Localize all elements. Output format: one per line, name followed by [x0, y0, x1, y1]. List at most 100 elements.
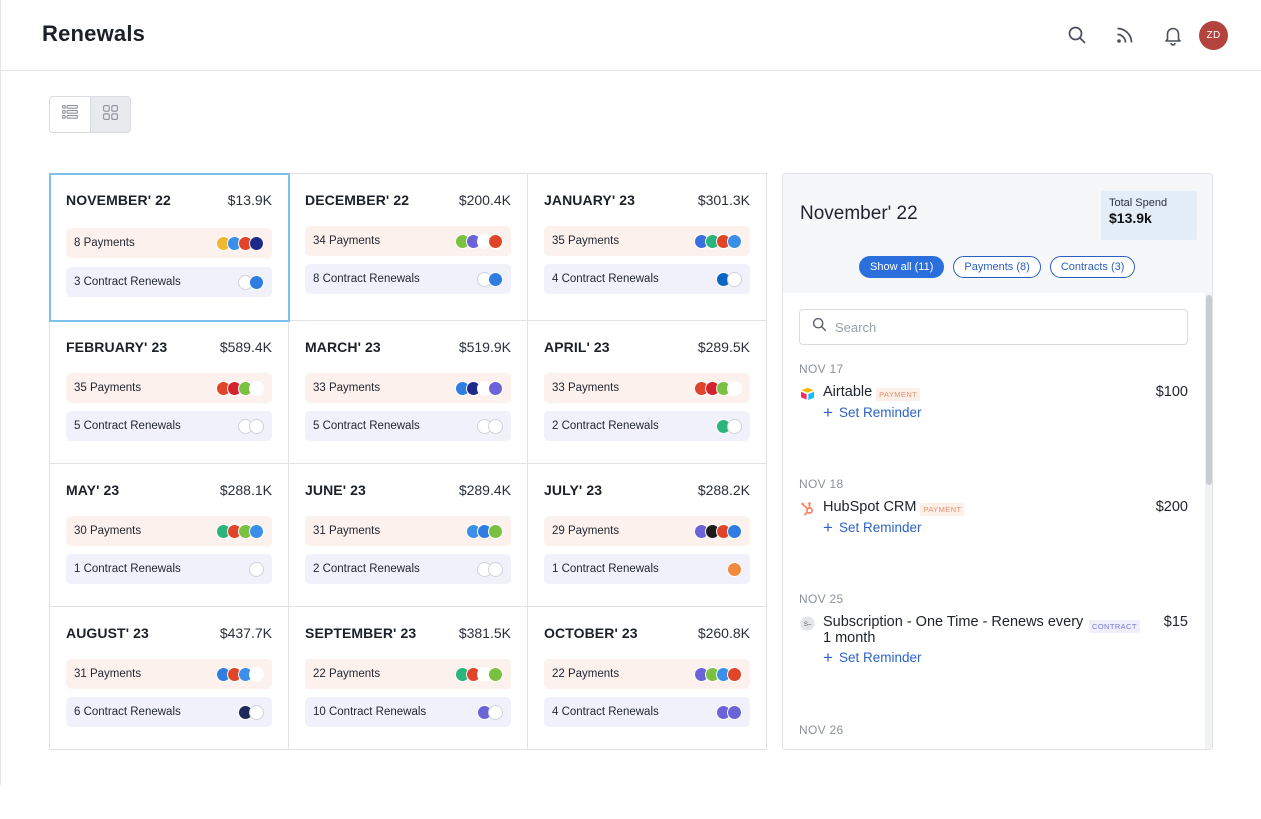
- contract-renewals-pill[interactable]: 6 Contract Renewals: [66, 697, 272, 727]
- vendor-logo-icon: [488, 419, 503, 434]
- entry-date: NOV 18: [799, 477, 844, 491]
- set-reminder-button[interactable]: + Set Reminder: [823, 404, 921, 421]
- contract-renewals-count: 6 Contract Renewals: [74, 706, 181, 718]
- vendor-logo-icon: [249, 562, 264, 577]
- contract-renewals-pill[interactable]: 3 Contract Renewals: [66, 267, 272, 297]
- vendor-logos: [216, 667, 264, 682]
- entry-name[interactable]: Airtable: [823, 384, 872, 400]
- month-card[interactable]: MARCH' 23 $519.9K 33 Payments 5 Contract Re…: [289, 321, 528, 464]
- vendor-logo-icon: [249, 667, 264, 682]
- payments-pill[interactable]: 22 Payments: [544, 659, 750, 689]
- payments-pill[interactable]: 31 Payments: [66, 659, 272, 689]
- vendor-logo-icon: [727, 705, 742, 720]
- month-card[interactable]: NOVEMBER' 22 $13.9K 8 Payments 3 Contract R…: [49, 173, 290, 322]
- month-amount: $301.3K: [697, 192, 750, 208]
- vendor-logo-icon: [727, 562, 742, 577]
- vendor-logos: [455, 667, 503, 682]
- vendor-logos: [238, 275, 264, 290]
- panel-scrollbar[interactable]: [1205, 293, 1212, 749]
- bell-icon[interactable]: [1162, 24, 1184, 46]
- payments-pill[interactable]: 29 Payments: [544, 516, 750, 546]
- payments-count: 34 Payments: [313, 235, 381, 247]
- payments-pill[interactable]: 30 Payments: [66, 516, 272, 546]
- vendor-logos: [716, 705, 742, 720]
- vendor-logos: [238, 705, 264, 720]
- plus-icon: +: [823, 518, 833, 537]
- vendor-logo-icon: [488, 272, 503, 287]
- payments-pill[interactable]: 31 Payments: [305, 516, 511, 546]
- payments-count: 22 Payments: [313, 668, 381, 680]
- month-card[interactable]: MAY' 23 $288.1K 30 Payments 1 Contract Rene…: [50, 464, 289, 607]
- page-title: Renewals: [42, 21, 146, 46]
- search-box: [799, 309, 1188, 345]
- month-card[interactable]: AUGUST' 23 $437.7K 31 Payments 6 Contract R…: [50, 607, 289, 749]
- svg-text:S–: S–: [803, 622, 811, 628]
- contract-renewals-count: 10 Contract Renewals: [313, 706, 427, 718]
- payments-count: 35 Payments: [74, 382, 142, 394]
- contract-renewals-pill[interactable]: 10 Contract Renewals: [305, 697, 511, 727]
- contract-renewals-pill[interactable]: 4 Contract Renewals: [544, 264, 750, 294]
- payments-pill[interactable]: 34 Payments: [305, 226, 511, 256]
- month-card[interactable]: JUNE' 23 $289.4K 31 Payments 2 Contract Ren…: [289, 464, 528, 607]
- payments-pill[interactable]: 35 Payments: [544, 226, 750, 256]
- contract-renewals-count: 1 Contract Renewals: [74, 563, 181, 575]
- scrollbar-thumb[interactable]: [1206, 295, 1212, 485]
- payments-pill[interactable]: 22 Payments: [305, 659, 511, 689]
- payments-pill[interactable]: 35 Payments: [66, 373, 272, 403]
- contract-renewals-pill[interactable]: 2 Contract Renewals: [305, 554, 511, 584]
- month-card[interactable]: DECEMBER' 22 $200.4K 34 Payments 8 Contract…: [289, 174, 528, 321]
- month-card[interactable]: APRIL' 23 $289.5K 33 Payments 2 Contract Re…: [528, 321, 766, 464]
- vendor-logo-icon: [488, 524, 503, 539]
- list-view-button[interactable]: [50, 97, 90, 132]
- month-label: OCTOBER' 23: [544, 625, 638, 641]
- month-card[interactable]: OCTOBER' 23 $260.8K 22 Payments 4 Contract …: [528, 607, 766, 749]
- hubspot-logo-icon: [799, 500, 815, 516]
- month-card[interactable]: JULY' 23 $288.2K 29 Payments 1 Contract Ren…: [528, 464, 766, 607]
- set-reminder-button[interactable]: + Set Reminder: [823, 519, 921, 536]
- contract-renewals-count: 5 Contract Renewals: [74, 420, 181, 432]
- payments-pill[interactable]: 8 Payments: [66, 228, 272, 258]
- payment-tag: PAYMENT: [876, 388, 921, 401]
- filter-chips: Show all (11) Payments (8) Contracts (3): [859, 256, 1136, 278]
- contract-renewals-pill[interactable]: 5 Contract Renewals: [66, 411, 272, 441]
- search-icon[interactable]: [1066, 24, 1088, 46]
- grid-view-icon: [103, 104, 118, 125]
- set-reminder-label: Set Reminder: [838, 405, 922, 420]
- contract-renewals-pill[interactable]: 5 Contract Renewals: [305, 411, 511, 441]
- contract-renewals-pill[interactable]: 1 Contract Renewals: [66, 554, 272, 584]
- vendor-logo-icon: [727, 234, 742, 249]
- renewal-entry: NOV 18 HubSpot CRM PAYMENT $200 + Set Rem…: [799, 477, 1188, 538]
- contract-renewals-pill[interactable]: 8 Contract Renewals: [305, 264, 511, 294]
- user-avatar[interactable]: ZD: [1199, 21, 1228, 50]
- entry-name[interactable]: HubSpot CRM: [823, 499, 916, 515]
- grid-view-button[interactable]: [89, 97, 130, 132]
- payments-count: 31 Payments: [74, 668, 142, 680]
- entry-name[interactable]: Subscription - One Time - Renews every 1…: [823, 614, 1085, 646]
- set-reminder-button[interactable]: + Set Reminder: [823, 649, 921, 666]
- contract-renewals-pill[interactable]: 1 Contract Renewals: [544, 554, 750, 584]
- search-input[interactable]: [835, 319, 1165, 335]
- total-spend-box: Total Spend $13.9k: [1101, 191, 1197, 240]
- month-card[interactable]: JANUARY' 23 $301.3K 35 Payments 4 Contract …: [528, 174, 766, 321]
- payments-pill[interactable]: 33 Payments: [305, 373, 511, 403]
- payments-pill[interactable]: 33 Payments: [544, 373, 750, 403]
- filter-contracts[interactable]: Contracts (3): [1049, 256, 1136, 278]
- vendor-logo-icon: [249, 524, 264, 539]
- vendor-logo-icon: [727, 524, 742, 539]
- contract-renewals-count: 3 Contract Renewals: [74, 276, 181, 288]
- contract-renewals-pill[interactable]: 2 Contract Renewals: [544, 411, 750, 441]
- rss-feed-icon[interactable]: [1114, 24, 1136, 46]
- vendor-logo-icon: [488, 234, 503, 249]
- entry-price: $15: [1163, 614, 1188, 630]
- month-card[interactable]: SEPTEMBER' 23 $381.5K 22 Payments 10 Contra…: [289, 607, 528, 749]
- payments-count: 8 Payments: [74, 237, 135, 249]
- filter-show-all[interactable]: Show all (11): [859, 256, 945, 278]
- vendor-logos: [694, 234, 742, 249]
- month-label: NOVEMBER' 22: [66, 192, 171, 208]
- contract-renewals-count: 2 Contract Renewals: [313, 563, 420, 575]
- month-card[interactable]: FEBRUARY' 23 $589.4K 35 Payments 5 Contract…: [50, 321, 289, 464]
- total-spend-value: $13.9k: [1109, 210, 1152, 226]
- contract-renewals-count: 5 Contract Renewals: [313, 420, 420, 432]
- contract-renewals-pill[interactable]: 4 Contract Renewals: [544, 697, 750, 727]
- filter-payments[interactable]: Payments (8): [953, 256, 1041, 278]
